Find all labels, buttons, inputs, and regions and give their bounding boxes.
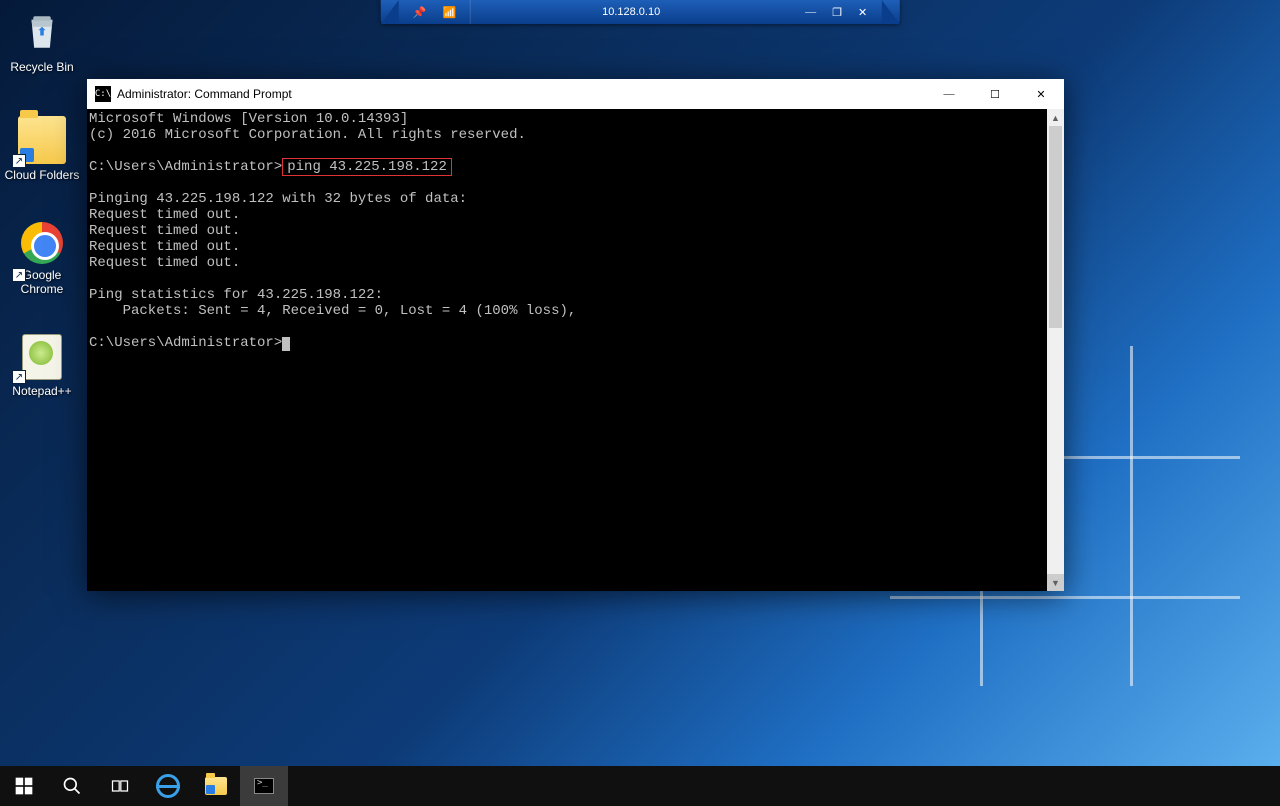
desktop-icon-cloud-folders[interactable]: ↗ Cloud Folders xyxy=(4,116,80,182)
console-line: Request timed out. xyxy=(89,255,240,271)
command-prompt-window: C:\ Administrator: Command Prompt — ☐ ✕ … xyxy=(87,79,1064,591)
session-signal-icon[interactable]: 📶 xyxy=(438,6,460,19)
scrollbar-thumb[interactable] xyxy=(1049,126,1062,328)
windows-logo-icon xyxy=(14,776,34,796)
console-prompt: C:\Users\Administrator> xyxy=(89,159,282,175)
chrome-icon xyxy=(21,222,63,264)
console-line: Packets: Sent = 4, Received = 0, Lost = … xyxy=(89,303,576,319)
shortcut-overlay-icon: ↗ xyxy=(12,370,26,384)
desktop-icon-recycle-bin[interactable]: Recycle Bin xyxy=(4,8,80,74)
console-line: Request timed out. xyxy=(89,207,240,223)
console-cursor xyxy=(282,337,290,351)
window-title: Administrator: Command Prompt xyxy=(117,87,926,101)
search-icon xyxy=(62,776,82,796)
console-line: Ping statistics for 43.225.198.122: xyxy=(89,287,383,303)
scrollbar-down-arrow-icon[interactable]: ▼ xyxy=(1047,574,1064,591)
window-close-button[interactable]: ✕ xyxy=(1018,79,1064,109)
scrollbar-up-arrow-icon[interactable]: ▲ xyxy=(1047,109,1064,126)
console-line: Request timed out. xyxy=(89,223,240,239)
console-line: Pinging 43.225.198.122 with 32 bytes of … xyxy=(89,191,467,207)
session-restore-button[interactable]: ❐ xyxy=(828,6,846,19)
scrollbar-track[interactable] xyxy=(1047,126,1064,574)
taskbar-internet-explorer[interactable] xyxy=(144,766,192,806)
vertical-scrollbar[interactable]: ▲ ▼ xyxy=(1047,109,1064,591)
session-ip-label: 10.128.0.10 xyxy=(471,0,791,24)
desktop-icon-notepad-plus-plus[interactable]: ↗ Notepad++ xyxy=(4,334,80,398)
highlighted-command: ping 43.225.198.122 xyxy=(282,158,452,176)
console-line: Request timed out. xyxy=(89,239,240,255)
session-minimize-button[interactable]: — xyxy=(801,6,820,18)
desktop-icon-google-chrome[interactable]: ↗ Google Chrome xyxy=(4,222,80,296)
recycle-bin-icon xyxy=(18,8,66,56)
window-minimize-button[interactable]: — xyxy=(926,79,972,109)
session-pin-icon[interactable]: 📌 xyxy=(409,6,431,19)
desktop-icon-label: Notepad++ xyxy=(4,384,80,398)
shortcut-overlay-icon: ↗ xyxy=(12,154,26,168)
window-titlebar[interactable]: C:\ Administrator: Command Prompt — ☐ ✕ xyxy=(87,79,1064,109)
window-maximize-button[interactable]: ☐ xyxy=(972,79,1018,109)
shortcut-overlay-icon: ↗ xyxy=(12,268,26,282)
task-view-button[interactable] xyxy=(96,766,144,806)
session-close-button[interactable]: ✕ xyxy=(854,6,871,19)
taskbar xyxy=(0,766,1280,806)
notepadpp-icon xyxy=(22,334,62,380)
console-line: Microsoft Windows [Version 10.0.14393] xyxy=(89,111,408,127)
taskbar-command-prompt[interactable] xyxy=(240,766,288,806)
console-line: (c) 2016 Microsoft Corporation. All righ… xyxy=(89,127,526,143)
start-button[interactable] xyxy=(0,766,48,806)
file-explorer-icon xyxy=(205,777,227,795)
desktop-icon-label: Recycle Bin xyxy=(4,60,80,74)
cmd-icon xyxy=(254,778,274,794)
taskbar-file-explorer[interactable] xyxy=(192,766,240,806)
remote-session-bar: 📌 📶 10.128.0.10 — ❐ ✕ xyxy=(381,0,900,24)
task-view-icon xyxy=(110,776,130,796)
desktop-icon-label: Cloud Folders xyxy=(4,168,80,182)
ie-icon xyxy=(156,774,180,798)
taskbar-search-button[interactable] xyxy=(48,766,96,806)
console-prompt: C:\Users\Administrator> xyxy=(89,335,282,351)
console-output[interactable]: Microsoft Windows [Version 10.0.14393] (… xyxy=(87,109,1047,591)
cmd-titlebar-icon: C:\ xyxy=(95,86,111,102)
